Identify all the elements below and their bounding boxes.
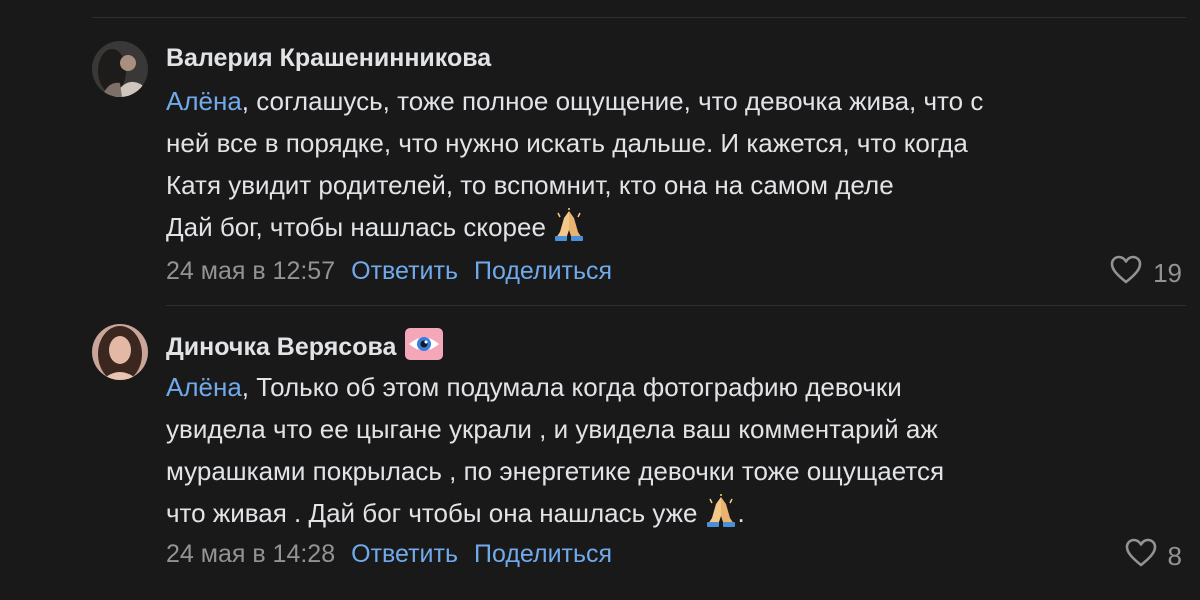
divider: [166, 305, 1186, 306]
like-button[interactable]: 19: [1109, 255, 1182, 292]
text-line: Катя увидит родителей, то вспомнит, кто …: [166, 170, 894, 200]
like-count: 8: [1167, 541, 1182, 571]
heart-icon: [1109, 255, 1143, 292]
avatar[interactable]: [92, 324, 148, 380]
text-line: , Только об этом подумала когда фотограф…: [241, 372, 902, 402]
text-line: мурашками покрылась , по энергетике дево…: [166, 456, 945, 486]
divider: [92, 17, 1186, 18]
comment-author[interactable]: Валерия Крашенинникова: [166, 44, 491, 73]
text-line: что живая . Дай бог чтобы она нашлась уж…: [166, 498, 698, 528]
comment-author[interactable]: Диночка Верясова: [166, 327, 444, 368]
eye-icon: [404, 327, 444, 368]
author-name[interactable]: Валерия Крашенинникова: [166, 44, 491, 73]
comment-text: Алёна, соглашусь, тоже полное ощущение, …: [166, 80, 1166, 254]
like-count: 19: [1153, 258, 1182, 288]
avatar[interactable]: [92, 41, 148, 97]
folded-hands-icon: [552, 208, 586, 254]
reply-button[interactable]: Ответить: [351, 540, 458, 568]
reply-button[interactable]: Ответить: [351, 257, 458, 285]
text-line: , соглашусь, тоже полное ощущение, что д…: [241, 86, 984, 116]
comment-meta: 24 мая в 14:28 Ответить Поделиться: [166, 540, 612, 569]
comment-date[interactable]: 24 мая в 14:28: [166, 540, 335, 568]
comments-feed: Валерия Крашенинникова Алёна, соглашусь,…: [0, 0, 1200, 600]
comment-date[interactable]: 24 мая в 12:57: [166, 257, 335, 285]
comment-meta: 24 мая в 12:57 Ответить Поделиться: [166, 257, 612, 286]
author-name[interactable]: Диночка Верясова: [166, 333, 396, 362]
text-line-tail: .: [737, 498, 745, 528]
mention-link[interactable]: Алёна: [166, 372, 242, 402]
mention-link[interactable]: Алёна: [166, 86, 242, 116]
text-line: Дай бог, чтобы нашлась скорее: [166, 212, 546, 242]
heart-icon: [1124, 538, 1158, 575]
share-button[interactable]: Поделиться: [474, 257, 612, 285]
like-button[interactable]: 8: [1124, 538, 1182, 575]
text-line: увидела что ее цыгане украли , и увидела…: [166, 414, 938, 444]
comment-text: Алёна, Только об этом подумала когда фот…: [166, 366, 1166, 540]
text-line: ней все в порядке, что нужно искать даль…: [166, 128, 968, 158]
folded-hands-icon: [704, 494, 738, 540]
share-button[interactable]: Поделиться: [474, 540, 612, 568]
